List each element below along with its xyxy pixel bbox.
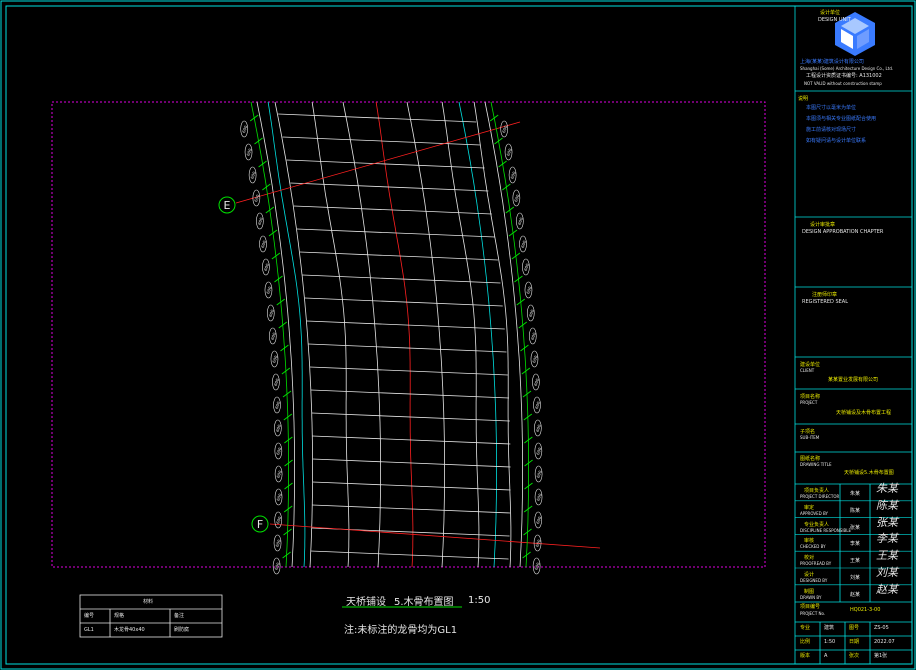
keel-line [473, 101, 512, 568]
axis-label: E [224, 199, 231, 212]
drawing-name: 天桥铺设5.木骨布置图 [844, 470, 894, 476]
approval-label: 设计审批章 [810, 222, 836, 228]
bottom-cell: 图号 [849, 625, 860, 631]
project-name: 天桥铺设及木骨布置工程 [836, 410, 892, 416]
material-col-2: 规格 [114, 613, 125, 619]
keel-line [311, 101, 350, 568]
signature: 王某 [876, 549, 898, 563]
keel-line [375, 101, 414, 568]
dimension-tick [249, 114, 259, 122]
bottom-cell: 1:50 [824, 639, 836, 645]
cross-keel [309, 366, 508, 376]
cross-keel [302, 274, 501, 284]
approval-label-en: DESIGN APPROBATION CHAPTER [802, 229, 884, 235]
keel-line [342, 101, 381, 568]
seal-label-en: REGISTERED SEAL [802, 299, 848, 305]
bottom-cell: 版本 [800, 653, 811, 659]
sign-role-en: DRAWN BY [800, 594, 822, 600]
project-no: HQ021-3-00 [850, 607, 881, 613]
sign-role-en: PROOFREAD BY [800, 561, 832, 567]
sign-name: 张某 [850, 524, 861, 531]
material-cell-3: 刷防腐 [174, 627, 190, 633]
project-no-label: 项目编号 [800, 604, 821, 610]
bottom-cell: 第1张 [874, 653, 888, 659]
material-cell-1: GL1 [84, 627, 94, 633]
material-cell-2: 木龙骨40x40 [114, 627, 145, 633]
keel-line [441, 101, 480, 568]
sign-name: 陈某 [850, 507, 861, 514]
cross-keel [311, 412, 510, 422]
bottom-cell: ZS-05 [874, 625, 889, 631]
sign-role-en: CHECKED BY [800, 544, 826, 550]
signature: 朱某 [876, 482, 898, 495]
drawing-title-left: 天桥铺设 [346, 597, 386, 608]
license-no: 工程设计资质证书编号: A131002 [806, 73, 882, 79]
bottom-cell: 张次 [849, 653, 860, 659]
axis-line-f [269, 523, 601, 549]
cross-keel [312, 458, 511, 468]
sign-name: 李某 [850, 541, 861, 548]
signature: 赵某 [876, 582, 898, 596]
sign-name: 王某 [850, 558, 861, 565]
sign-role-en: PROJECT DIRECTOR [800, 494, 840, 499]
sign-name: 赵某 [850, 591, 861, 598]
client-label-en: CLIENT [800, 368, 815, 373]
material-col-3: 备注 [174, 613, 185, 619]
cross-keel [308, 343, 507, 353]
signature: 李某 [876, 532, 898, 546]
cross-keel [299, 251, 498, 261]
note-2: 本图须与相关专业图纸配合使用 [806, 116, 877, 122]
keel-line [406, 101, 445, 568]
drawing-scale: 1:50 [468, 595, 491, 606]
note-4: 如有疑问请与设计单位联系 [806, 138, 867, 144]
viewport-frame [51, 101, 766, 568]
drawing-name-label-en: DRAWING TITLE [800, 462, 832, 467]
sign-role-en: APPROVED BY [800, 510, 829, 516]
outer-frame [0, 0, 916, 670]
project-no-label-en: PROJECT No. [800, 611, 826, 616]
bottom-cell: A [824, 653, 828, 659]
keel-layout-plan: EF60060060060060060060060060060060060060… [218, 101, 601, 575]
signature: 刘某 [876, 566, 898, 579]
cross-keel [312, 435, 511, 445]
dimension-tick [489, 114, 499, 122]
bottom-cell: 建筑 [824, 625, 835, 631]
sign-name: 朱某 [850, 491, 861, 497]
seal-label: 注册师印章 [812, 292, 838, 298]
note-3: 施工前请核对现场尺寸 [806, 127, 857, 133]
sign-role-en: DESIGNED BY [800, 578, 828, 583]
project-label-en: PROJECT [800, 400, 818, 405]
bottom-cell: 日期 [849, 639, 860, 645]
material-table-header: 材料 [143, 599, 154, 605]
design-unit-label: 设计单位 [820, 10, 841, 16]
signature: 张某 [876, 515, 898, 529]
client-name: 某某置业发展有限公司 [828, 377, 879, 383]
drawing-note: 注:未标注的龙骨均为GL1 [344, 625, 458, 636]
drawing-sheet: EF60060060060060060060060060060060060060… [0, 0, 916, 670]
company-name-en: Shanghai (Some) Architecture Design Co.,… [800, 66, 894, 71]
drawing-title-right: 5.木骨布置图 [394, 597, 454, 608]
note-1: 本图尺寸以毫米为单位 [806, 105, 857, 111]
bottom-cell: 2022.07 [874, 639, 895, 645]
axis-label: F [257, 518, 263, 531]
cross-keel [290, 182, 489, 192]
sign-name: 刘某 [850, 575, 861, 581]
bottom-cell: 比例 [800, 639, 811, 645]
company-name: 上海(某某)建筑设计有限公司 [800, 59, 864, 65]
notes-label: 说明 [798, 96, 809, 102]
inner-frame [5, 5, 913, 665]
design-unit-label-en: DESIGN UNIT [818, 17, 851, 23]
material-col-1: 编号 [84, 613, 95, 619]
cross-keel [278, 113, 477, 123]
signature: 陈某 [876, 498, 898, 512]
stamp-note: NOT VALID without construction stamp [804, 81, 882, 86]
cross-keel [312, 504, 511, 514]
sign-role-en: DISCIPLINE RESPONSIBLE [800, 527, 851, 533]
bottom-cell: 专业 [800, 625, 811, 631]
subitem-label-en: SUB-ITEM [800, 435, 820, 440]
